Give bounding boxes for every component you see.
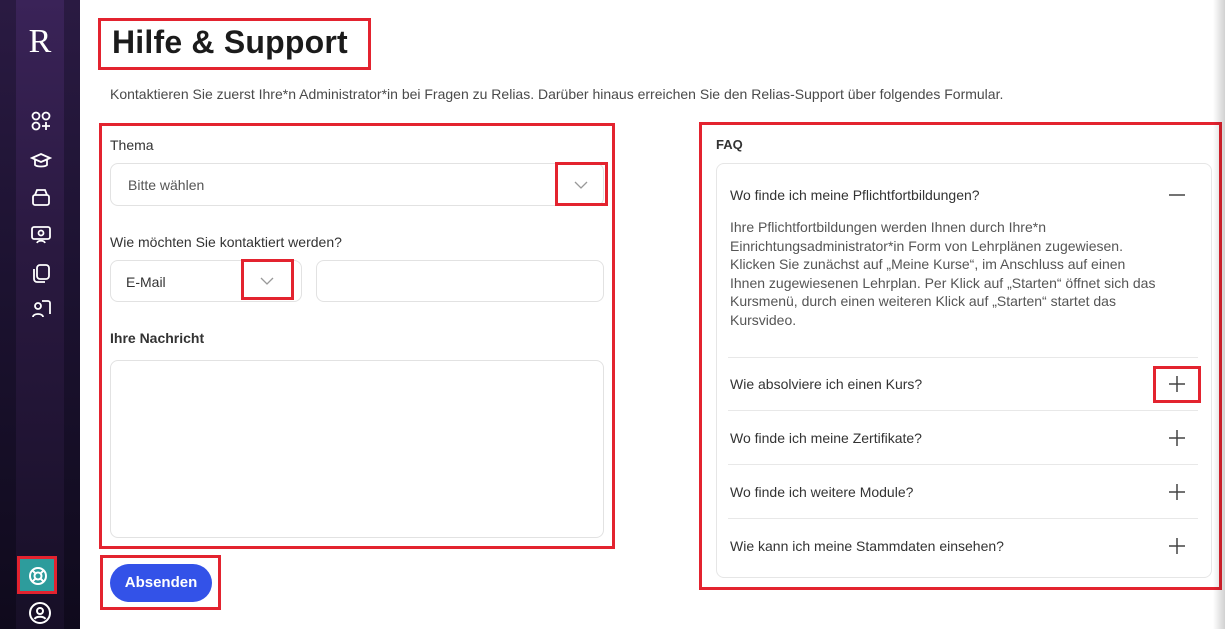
message-label: Ihre Nachricht — [110, 330, 205, 346]
page-intro: Kontaktieren Sie zuerst Ihre*n Administr… — [110, 86, 1004, 102]
contact-method-value: E-Mail — [126, 274, 166, 290]
answer-line: Klicken Sie zunächst auf „Meine Kurse“, … — [730, 256, 1126, 272]
presentation-icon[interactable] — [30, 224, 52, 246]
faq-question-1[interactable]: Wo finde ich meine Pflichtfortbildungen? — [730, 187, 980, 203]
faq-title: FAQ — [716, 137, 743, 152]
topic-placeholder: Bitte wählen — [128, 177, 205, 193]
faq-divider — [728, 518, 1198, 519]
chevron-down-icon[interactable] — [574, 181, 588, 189]
plus-icon[interactable] — [1168, 429, 1186, 447]
faq-question-3[interactable]: Wo finde ich meine Zertifikate? — [730, 430, 922, 446]
answer-line: Ihre Pflichtfortbildungen werden Ihnen d… — [730, 219, 1046, 235]
plus-icon[interactable] — [1168, 375, 1186, 393]
faq-divider — [728, 357, 1198, 358]
relias-logo[interactable]: R — [16, 22, 64, 62]
message-textarea[interactable] — [110, 360, 604, 538]
plus-icon[interactable] — [1168, 483, 1186, 501]
graduation-cap-icon[interactable] — [30, 150, 52, 172]
faq-question-4[interactable]: Wo finde ich weitere Module? — [730, 484, 913, 500]
sidebar: R — [0, 0, 80, 629]
courses-icon[interactable] — [30, 186, 52, 208]
faq-answer-1: Ihre Pflichtfortbildungen werden Ihnen d… — [730, 218, 1170, 329]
minus-icon[interactable] — [1168, 186, 1186, 204]
user-circle-icon[interactable] — [28, 601, 52, 625]
answer-line: Einrichtungsadministrator*in Form von Le… — [730, 237, 1123, 254]
library-icon[interactable] — [30, 262, 52, 284]
faq-question-5[interactable]: Wie kann ich meine Stammdaten einsehen? — [730, 538, 1004, 554]
lifebuoy-icon — [29, 567, 47, 585]
contact-label: Wie möchten Sie kontaktiert werden? — [110, 234, 342, 250]
faq-question-2[interactable]: Wie absolviere ich einen Kurs? — [730, 376, 922, 392]
answer-line: Ihnen zugewiesenen Lehrplan. Per Klick a… — [730, 274, 1156, 291]
page-title: Hilfe & Support — [112, 24, 348, 60]
help-support-nav[interactable] — [17, 556, 57, 594]
profile-card-icon[interactable] — [30, 298, 52, 320]
plus-icon[interactable] — [1168, 537, 1186, 555]
answer-line: Kursvideo. — [730, 311, 797, 328]
answer-line: Kursmenü, durch einen weiteren Klick auf… — [730, 293, 1116, 309]
faq-divider — [728, 464, 1198, 465]
page-edge-shadow — [1213, 0, 1225, 629]
contact-value-input[interactable] — [316, 260, 604, 302]
submit-button[interactable]: Absenden — [110, 564, 212, 602]
sidebar-panel: R — [16, 0, 64, 629]
topic-label: Thema — [110, 137, 154, 153]
dashboard-icon[interactable] — [30, 110, 52, 132]
chevron-down-icon[interactable] — [260, 277, 274, 285]
faq-divider — [728, 410, 1198, 411]
